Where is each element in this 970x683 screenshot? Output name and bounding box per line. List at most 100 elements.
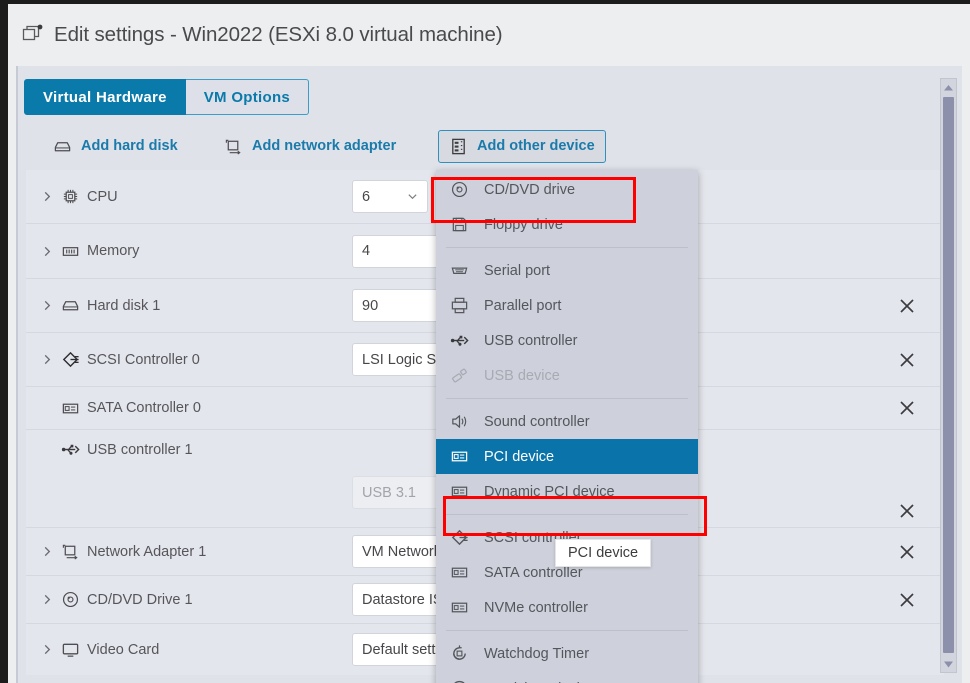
hard-disk-size-value: 90 (362, 297, 379, 314)
remove-sata-controller-0-button[interactable] (898, 399, 916, 417)
menu-item-usb-controller[interactable]: USB controller (436, 323, 698, 358)
dialog-body: Virtual Hardware VM Options Add hard dis… (16, 66, 962, 683)
cpu-count-value: 6 (362, 188, 371, 205)
menu-item-label: CD/DVD drive (484, 181, 576, 198)
menu-item-label: Dynamic PCI device (484, 483, 615, 500)
hardware-label-cpu: CPU (26, 187, 344, 206)
scrollbar-thumb[interactable] (943, 97, 954, 653)
usb-controller-version-value: USB 3.1 (362, 484, 416, 501)
remove-network-adapter-1-button[interactable] (898, 543, 916, 561)
menu-item-usb-device: USB device (436, 358, 698, 393)
scroll-down-icon (944, 661, 953, 667)
vertical-scrollbar[interactable] (940, 78, 957, 673)
menu-separator (446, 398, 688, 399)
menu-item-cd-dvd-drive[interactable]: CD/DVD drive (436, 172, 698, 207)
menu-item-label: NVMe controller (484, 599, 588, 616)
pci-device-tooltip: PCI device (555, 539, 652, 567)
hardware-name: SATA Controller 0 (87, 400, 201, 416)
page-title: Edit settings - Win2022 (ESXi 8.0 virtua… (54, 23, 503, 46)
watchdog-timer-icon (453, 645, 466, 660)
scroll-down-button[interactable] (941, 656, 956, 672)
remove-cd-dvd-drive-1-button[interactable] (898, 591, 916, 609)
add-other-device-button[interactable]: Add other device (438, 129, 606, 163)
chevron-right-icon[interactable] (42, 594, 53, 605)
menu-separator (446, 247, 688, 248)
hardware-name: CD/DVD Drive 1 (87, 591, 193, 608)
precision-clock-icon (454, 680, 465, 683)
add-other-device-label: Add other device (477, 138, 595, 154)
network-adapter-icon (62, 544, 78, 560)
hardware-label-memory: Memory (26, 242, 344, 261)
menu-item-precision-clock[interactable]: Precision Clock (436, 671, 698, 683)
cpu-count-select[interactable]: 6 (352, 180, 428, 213)
cd-dvd-icon (62, 591, 79, 608)
memory-icon (62, 246, 79, 256)
chevron-right-icon[interactable] (42, 354, 53, 365)
menu-separator (446, 514, 688, 515)
menu-item-label: Watchdog Timer (484, 645, 590, 662)
remove-hard-disk-1-button[interactable] (898, 297, 916, 315)
sata-icon (62, 403, 79, 413)
chevron-right-icon[interactable] (42, 644, 53, 655)
add-network-adapter-label: Add network adapter (252, 138, 397, 154)
cpu-icon (63, 189, 78, 204)
scsi-icon (451, 529, 468, 546)
cd-dvd-source-value: Datastore IS (362, 591, 443, 608)
hardware-label-cd-dvd-drive-1: CD/DVD Drive 1 (26, 590, 344, 609)
chevron-down-icon (408, 194, 417, 200)
remove-scsi-controller-0-button[interactable] (898, 351, 916, 369)
chevron-right-icon[interactable] (42, 546, 53, 557)
hardware-name: SCSI Controller 0 (87, 351, 200, 368)
menu-item-serial-port[interactable]: Serial port (436, 253, 698, 288)
virtual-machine-icon (22, 24, 43, 41)
network-adapter-network-value: VM Network (362, 543, 441, 560)
hardware-label-scsi-controller-0: SCSI Controller 0 (26, 350, 344, 369)
hard-disk-icon (54, 141, 71, 151)
menu-item-watchdog-timer[interactable]: Watchdog Timer (436, 636, 698, 671)
floppy-icon (452, 217, 467, 232)
chevron-right-icon[interactable] (42, 246, 53, 257)
add-network-adapter-button[interactable]: Add network adapter (213, 130, 407, 163)
memory-size-value: 4 (362, 243, 371, 259)
menu-item-label: PCI device (484, 448, 555, 465)
menu-item-floppy-drive[interactable]: Floppy drive (436, 207, 698, 242)
video-card-settings-value: Default sett (362, 641, 436, 658)
menu-item-nvme-controller[interactable]: NVMe controller (436, 590, 698, 625)
add-hard-disk-button[interactable]: Add hard disk (42, 130, 189, 163)
hardware-label-sata-controller-0: SATA Controller 0 (26, 399, 344, 418)
sound-icon (452, 415, 467, 428)
serial-port-icon (451, 267, 468, 274)
nvme-icon (451, 602, 468, 613)
tab-vm-options[interactable]: VM Options (185, 79, 310, 115)
menu-item-parallel-port[interactable]: Parallel port (436, 288, 698, 323)
other-device-icon (452, 138, 465, 154)
title-bar: Edit settings - Win2022 (ESXi 8.0 virtua… (8, 4, 970, 66)
menu-separator (446, 630, 688, 631)
chevron-right-icon[interactable] (42, 300, 53, 311)
scroll-up-button[interactable] (941, 79, 956, 95)
hardware-name: Network Adapter 1 (87, 543, 207, 560)
scsi-controller-type-value: LSI Logic SA (362, 351, 446, 368)
menu-item-dynamic-pci-device[interactable]: Dynamic PCI device (436, 474, 698, 509)
menu-item-pci-device[interactable]: PCI device (436, 439, 698, 474)
video-card-icon (62, 643, 79, 657)
hardware-name: Memory (87, 243, 140, 259)
hard-disk-size-input[interactable]: 90 (352, 289, 448, 322)
menu-item-label: Parallel port (484, 297, 562, 314)
tab-virtual-hardware[interactable]: Virtual Hardware (24, 79, 186, 115)
hardware-name: Hard disk 1 (87, 297, 161, 314)
scsi-icon (62, 351, 79, 368)
memory-size-input[interactable]: 4 (352, 234, 448, 268)
menu-item-label: Serial port (484, 262, 551, 279)
remove-usb-controller-1-button[interactable] (898, 502, 916, 520)
menu-item-label: USB device (484, 367, 560, 384)
menu-item-sound-controller[interactable]: Sound controller (436, 404, 698, 439)
usb-icon (61, 444, 80, 455)
chevron-right-icon[interactable] (42, 191, 53, 202)
usb-device-icon (452, 368, 467, 383)
parallel-port-icon (451, 297, 468, 314)
hardware-name: Video Card (87, 641, 160, 658)
pci-device-icon (451, 486, 468, 497)
add-other-device-menu[interactable]: CD/DVD drive Floppy drive Serial port Pa… (436, 170, 698, 683)
menu-item-label: Sound controller (484, 413, 590, 430)
